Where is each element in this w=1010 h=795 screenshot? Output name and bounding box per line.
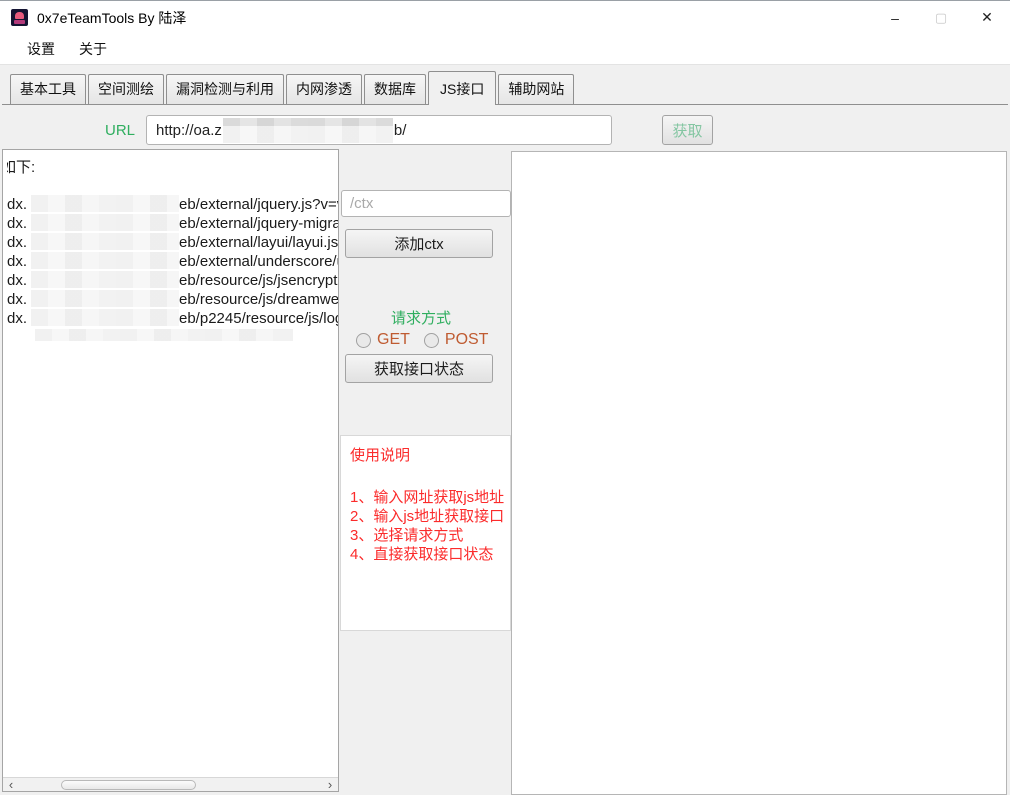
- fetch-button[interactable]: 获取: [662, 115, 713, 145]
- tab-helper-sites[interactable]: 辅助网站: [498, 74, 574, 104]
- url-value-prefix: http://oa.z: [156, 122, 222, 139]
- item-blur: [35, 329, 293, 341]
- post-label[interactable]: POST: [445, 331, 489, 349]
- scroll-thumb[interactable]: [61, 780, 196, 790]
- list-item[interactable]: dx.eb/resource/js/dreamweb-: [7, 290, 338, 309]
- add-ctx-button[interactable]: 添加ctx: [345, 229, 493, 258]
- item-blur: [31, 309, 179, 326]
- url-value-suffix: b/: [394, 122, 407, 139]
- item-blur: [31, 252, 179, 269]
- tab-js-api[interactable]: JS接口: [428, 71, 496, 105]
- js-list-panel[interactable]: 如 下: dx.eb/external/jquery.js?v=v1.. dx.…: [2, 149, 339, 792]
- minimize-button[interactable]: –: [872, 1, 918, 34]
- usage-item: 1、输入网址获取js地址: [350, 488, 510, 507]
- list-item[interactable]: dx.eb/p2245/resource/js/login: [7, 309, 338, 328]
- list-item[interactable]: dx.eb/external/layui/layui.js?v: [7, 233, 338, 252]
- list-item[interactable]: dx.eb/external/underscore/un: [7, 252, 338, 271]
- menubar: 设置 关于: [0, 34, 1010, 65]
- h-scrollbar[interactable]: ‹ ›: [3, 777, 338, 791]
- item-blur: [31, 195, 179, 212]
- menu-item-about[interactable]: 关于: [77, 36, 109, 62]
- list-item[interactable]: dx.eb/external/jquery.js?v=v1..: [7, 195, 338, 214]
- item-blur: [31, 233, 179, 250]
- usage-panel: 使用说明 1、输入网址获取js地址 2、输入js地址获取接口 3、选择请求方式 …: [340, 435, 511, 631]
- redacted-blur: [223, 118, 393, 143]
- get-label[interactable]: GET: [377, 331, 410, 349]
- js-list-content: 如 下: dx.eb/external/jquery.js?v=v1.. dx.…: [3, 150, 338, 777]
- tab-database[interactable]: 数据库: [364, 74, 426, 104]
- scroll-right-arrow[interactable]: ›: [322, 778, 338, 791]
- usage-item: 3、选择请求方式: [350, 526, 510, 545]
- app-icon: [11, 9, 28, 26]
- clipped-char: 如: [7, 156, 16, 177]
- usage-item: 4、直接获取接口状态: [350, 545, 510, 564]
- list-item[interactable]: dx.eb/external/jquery-migrate: [7, 214, 338, 233]
- get-radio[interactable]: [356, 333, 371, 348]
- item-blur: [31, 271, 179, 288]
- list-header: 如 下:: [7, 156, 338, 177]
- post-radio[interactable]: [424, 333, 439, 348]
- menu-item-settings[interactable]: 设置: [25, 36, 57, 62]
- url-input[interactable]: http://oa.z b/: [146, 115, 612, 145]
- item-blur: [31, 290, 179, 307]
- ctx-input[interactable]: [341, 190, 511, 217]
- results-panel[interactable]: [511, 151, 1007, 795]
- tab-vuln-detect[interactable]: 漏洞检测与利用: [166, 74, 284, 104]
- tab-space-mapping[interactable]: 空间测绘: [88, 74, 164, 104]
- usage-item: 2、输入js地址获取接口: [350, 507, 510, 526]
- list-item[interactable]: dx.eb/resource/js/jsencrypt.js?: [7, 271, 338, 290]
- scroll-track[interactable]: [19, 778, 322, 792]
- tab-bar: 基本工具 空间测绘 漏洞检测与利用 内网渗透 数据库 JS接口 辅助网站: [2, 72, 1008, 105]
- maximize-button: ▢: [918, 1, 964, 34]
- close-button[interactable]: ✕: [964, 1, 1010, 34]
- window-title: 0x7eTeamTools By 陆泽: [37, 8, 186, 28]
- tab-intranet[interactable]: 内网渗透: [286, 74, 362, 104]
- tab-basic-tools[interactable]: 基本工具: [10, 74, 86, 104]
- scroll-left-arrow[interactable]: ‹: [3, 778, 19, 791]
- request-method-row: GET POST: [356, 331, 488, 349]
- get-status-button[interactable]: 获取接口状态: [345, 354, 493, 383]
- window-titlebar: 0x7eTeamTools By 陆泽 – ▢ ✕: [0, 1, 1010, 34]
- usage-title: 使用说明: [350, 444, 510, 465]
- request-method-label: 请求方式: [341, 307, 501, 328]
- url-label: URL: [105, 122, 135, 139]
- item-blur: [31, 214, 179, 231]
